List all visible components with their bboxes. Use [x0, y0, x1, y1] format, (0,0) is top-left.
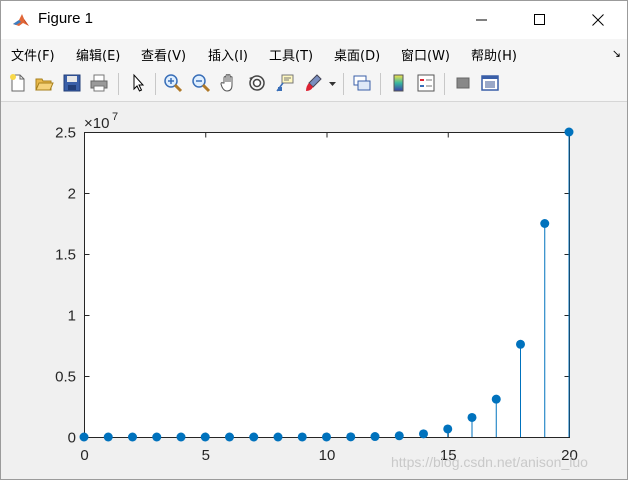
new-figure-icon[interactable] [7, 72, 29, 94]
link-plot-icon[interactable] [351, 72, 373, 94]
toolbar-separator [343, 73, 344, 95]
stem-marker[interactable] [564, 127, 574, 137]
y-exponent-power: 7 [112, 111, 118, 123]
stem-marker[interactable] [370, 432, 380, 442]
stem-marker[interactable] [128, 432, 137, 442]
stem-marker[interactable] [79, 432, 89, 442]
stem-marker[interactable] [419, 429, 428, 439]
toolbar-separator [118, 73, 119, 95]
zoom-out-icon[interactable] [190, 72, 212, 94]
menu-file[interactable]: 文件(F) [11, 45, 55, 64]
maximize-button[interactable] [511, 1, 569, 39]
stem-marker[interactable] [103, 432, 113, 442]
toolbar-separator [380, 73, 381, 95]
y-exponent-label: ×10 [84, 115, 109, 132]
stem-marker[interactable] [394, 431, 404, 441]
close-button[interactable] [569, 1, 627, 39]
rotate-3d-icon[interactable] [246, 72, 268, 94]
x-tick-label: 0 [80, 447, 88, 464]
y-tick-label: 1 [68, 308, 76, 325]
matlab-logo-icon [12, 11, 30, 29]
hide-plot-tools-icon[interactable] [452, 72, 474, 94]
stem-marker[interactable] [322, 432, 331, 442]
x-tick-label: 5 [202, 447, 210, 464]
zoom-in-icon[interactable] [162, 72, 184, 94]
figure-canvas[interactable]: 0 5 10 15 20 0 0.5 1 1.5 2 2.5 ×10 7 https://blog.… [1, 102, 627, 479]
figure-window: Figure 1 文件(F) 编辑(E) 查看(V) 插入(I) 工具(T) 桌… [0, 0, 628, 480]
stem-marker[interactable] [516, 339, 525, 349]
menu-overflow-icon[interactable]: ↘ [612, 47, 621, 60]
y-tick-label: 0 [68, 430, 76, 447]
stem-marker[interactable] [273, 432, 283, 442]
open-file-icon[interactable] [33, 72, 55, 94]
show-plot-tools-icon[interactable] [479, 72, 501, 94]
x-tick-label: 10 [319, 447, 336, 464]
y-tick-label: 0.5 [55, 369, 76, 386]
legend-icon[interactable] [415, 72, 437, 94]
y-tick-label: 2.5 [55, 125, 76, 142]
toolbar-separator [155, 73, 156, 95]
toolbar-separator [444, 73, 445, 95]
window-title: Figure 1 [38, 10, 94, 27]
stem-plot[interactable]: 0 5 10 15 2000.511.522.5 ×10 7 [1, 102, 627, 479]
print-icon[interactable] [88, 72, 110, 94]
menu-insert[interactable]: 插入(I) [208, 45, 248, 64]
menu-help[interactable]: 帮助(H) [471, 45, 517, 64]
minimize-button[interactable] [453, 1, 511, 39]
menu-bar: 文件(F) 编辑(E) 查看(V) 插入(I) 工具(T) 桌面(D) 窗口(W… [1, 39, 627, 67]
y-tick-label: 1.5 [55, 247, 76, 264]
menu-tools[interactable]: 工具(T) [269, 45, 313, 64]
data-cursor-icon[interactable] [274, 72, 296, 94]
watermark-text: https://blog.csdn.net/anison_luo [391, 454, 588, 470]
figure-toolbar [1, 67, 627, 102]
stem-marker[interactable] [152, 432, 162, 442]
stem-marker[interactable] [346, 432, 356, 442]
stem-marker[interactable] [540, 219, 550, 228]
menu-view[interactable]: 查看(V) [141, 45, 186, 64]
axes-box[interactable] [84, 132, 570, 438]
stem-marker[interactable] [297, 432, 307, 442]
menu-edit[interactable]: 编辑(E) [76, 45, 120, 64]
stem-marker[interactable] [200, 432, 210, 442]
y-tick-label: 2 [68, 186, 76, 203]
stem-marker[interactable] [443, 424, 453, 434]
stem-marker[interactable] [491, 394, 501, 404]
menu-desktop[interactable]: 桌面(D) [334, 45, 380, 64]
stem-marker[interactable] [176, 432, 186, 442]
minimize-icon [476, 19, 487, 21]
stem-marker[interactable] [467, 412, 477, 422]
stem-marker[interactable] [249, 432, 259, 442]
edit-plot-pointer-icon[interactable] [127, 72, 149, 94]
close-icon [592, 14, 604, 26]
menu-window[interactable]: 窗口(W) [401, 45, 450, 64]
brush-icon[interactable] [302, 72, 324, 94]
title-bar[interactable]: Figure 1 [1, 1, 627, 39]
pan-hand-icon[interactable] [218, 72, 240, 94]
stem-marker[interactable] [225, 432, 234, 442]
brush-dropdown-icon[interactable] [329, 82, 336, 87]
colorbar-icon[interactable] [388, 72, 410, 94]
maximize-icon [534, 14, 545, 25]
save-icon[interactable] [61, 72, 83, 94]
